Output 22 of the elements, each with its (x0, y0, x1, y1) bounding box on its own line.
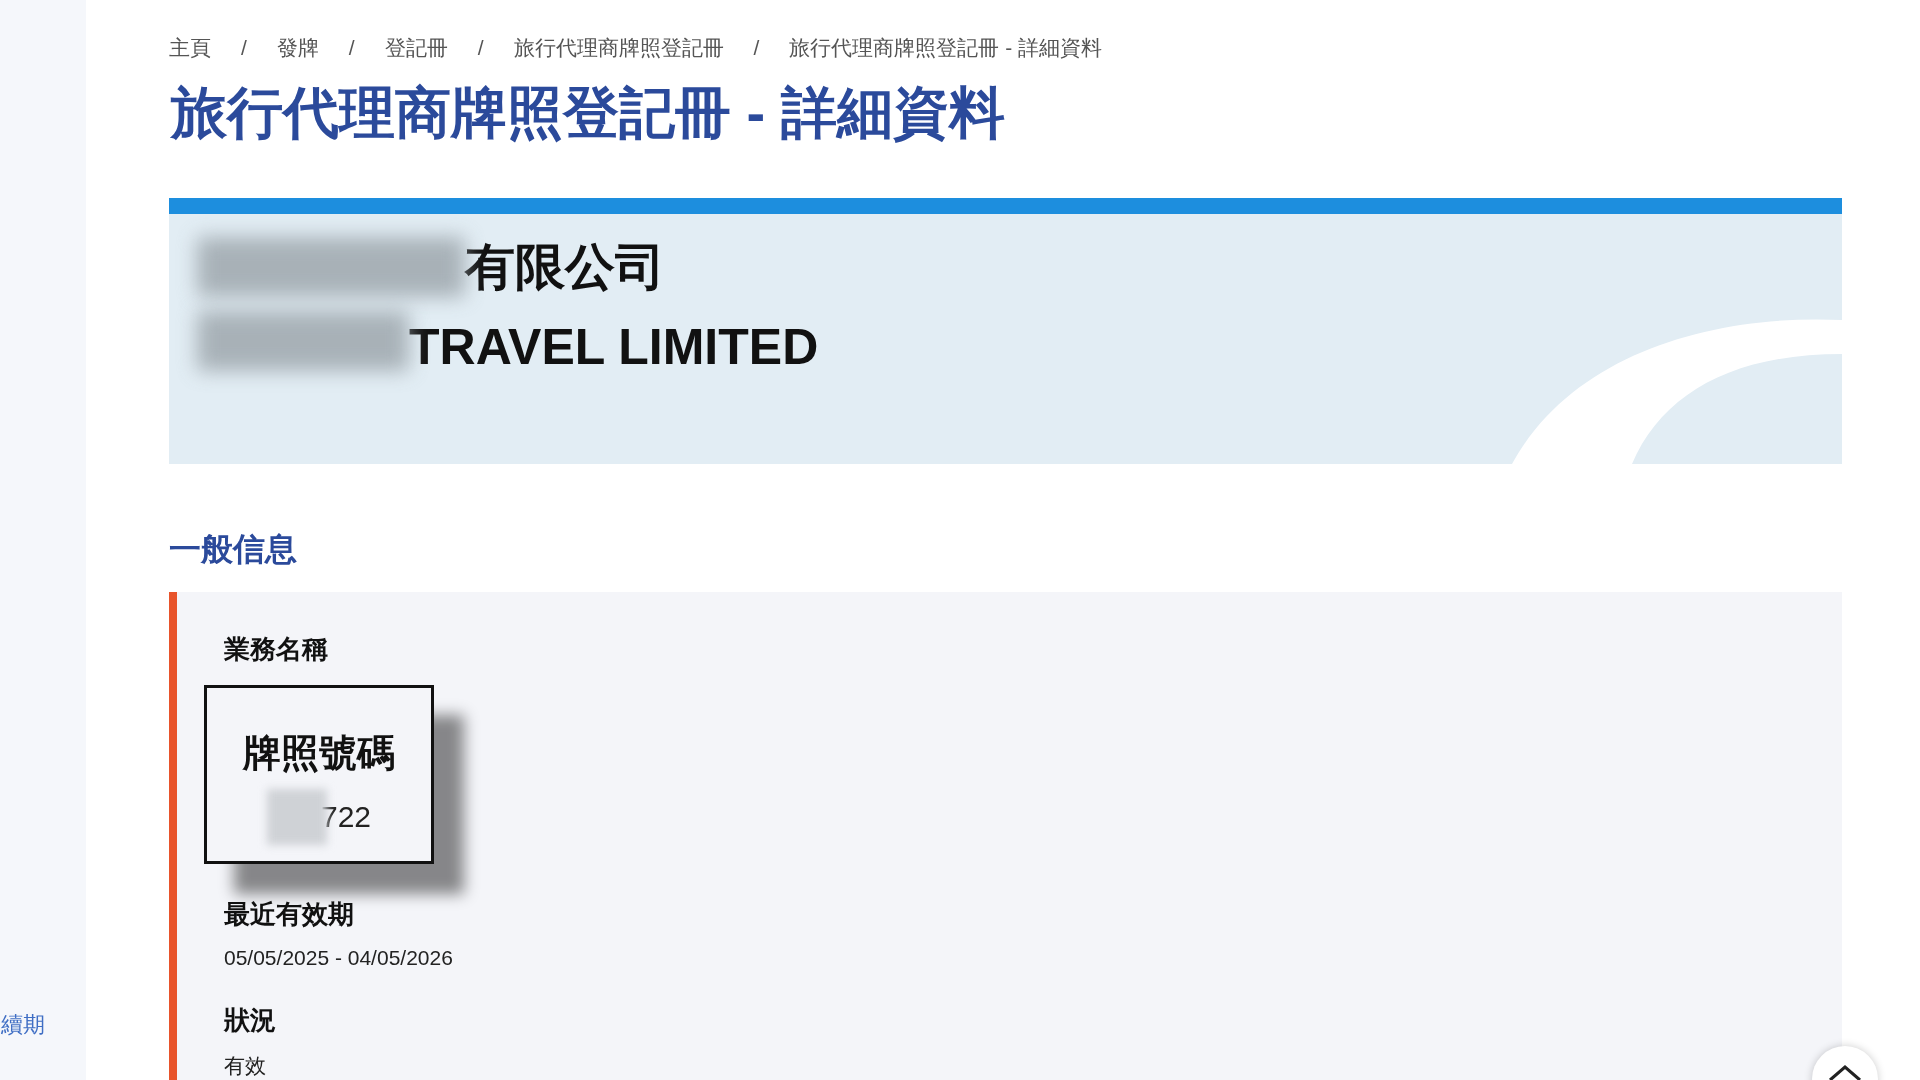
breadcrumb-link[interactable]: 主頁 (169, 34, 211, 62)
breadcrumb-separator: / (348, 36, 355, 60)
section-title: 一般信息 (169, 530, 298, 569)
sidebar-link[interactable]: 續期 (1, 1010, 86, 1040)
callout-value: 722 (320, 800, 372, 834)
company-name-zh: 有限公司 (465, 237, 665, 297)
field-value: 有效 (224, 1053, 267, 1079)
breadcrumb-link[interactable]: 發牌 (276, 34, 319, 62)
field-label: 最近有效期 (224, 897, 355, 931)
breadcrumb-separator: / (753, 36, 760, 60)
page-title: 旅行代理商牌照登記冊 - 詳細資料 (169, 80, 1006, 146)
breadcrumb-separator: / (477, 36, 484, 60)
field-label: 狀況 (224, 1004, 277, 1037)
breadcrumb-separator: / (241, 36, 247, 60)
breadcrumb-link[interactable]: 旅行代理商牌照登記冊 (513, 34, 724, 62)
field-value: 05/05/2025 - 04/05/2026 (224, 945, 454, 970)
field-label: 業務名稱 (224, 633, 329, 666)
company-name-en: TRAVEL LIMITED (409, 318, 819, 376)
breadcrumb-link[interactable]: 登記冊 (384, 34, 448, 62)
callout-label: 牌照號碼 (243, 731, 395, 776)
chevron-up-icon (1828, 1064, 1862, 1080)
breadcrumb-link[interactable]: 旅行代理商牌照登記冊 - 詳細資料 (789, 34, 1103, 62)
